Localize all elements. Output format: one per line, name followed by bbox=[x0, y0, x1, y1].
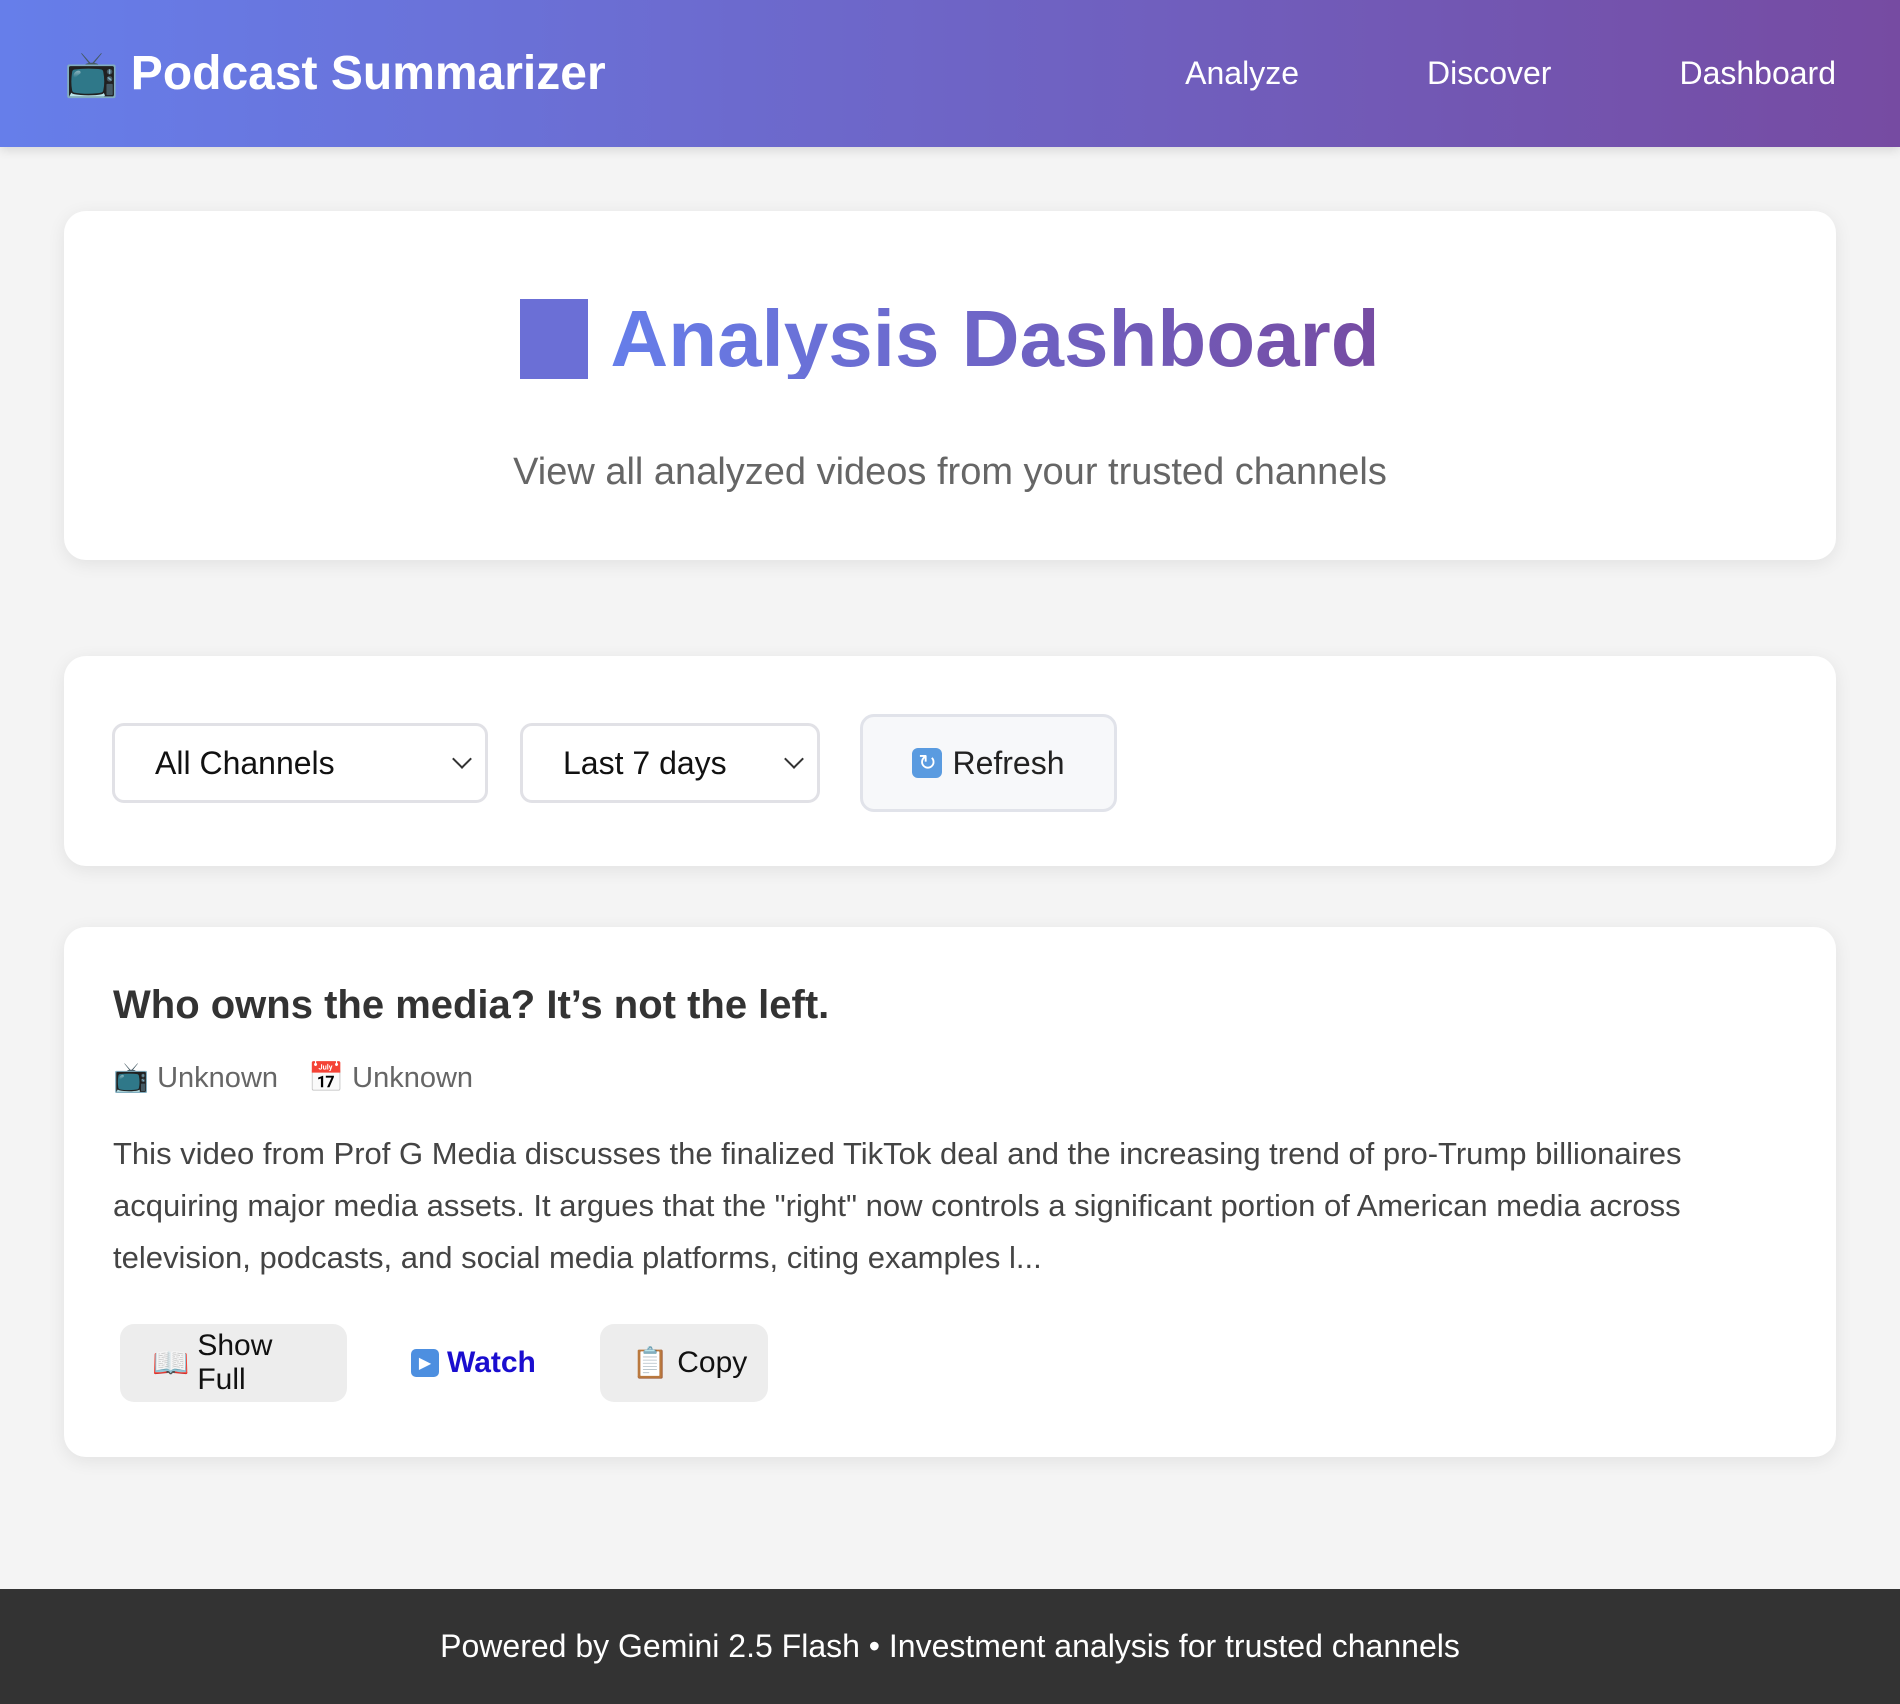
calendar-icon: 📅 bbox=[308, 1062, 345, 1094]
chevron-down-icon bbox=[452, 749, 472, 769]
play-icon: ▶ bbox=[411, 1349, 439, 1377]
channel-select-value: All Channels bbox=[155, 744, 335, 781]
chart-icon bbox=[520, 299, 589, 379]
brand[interactable]: 📺 Podcast Summarizer bbox=[64, 46, 606, 101]
filters-panel: All Channels Last 7 days ↻ Refresh bbox=[64, 656, 1836, 866]
copy-button[interactable]: 📋 Copy bbox=[599, 1324, 768, 1402]
main-nav: Analyze Discover Dashboard bbox=[1185, 55, 1836, 92]
video-card: Who owns the media? It’s not the left. 📺… bbox=[64, 927, 1836, 1457]
app-title: Podcast Summarizer bbox=[130, 47, 606, 100]
video-actions: 📖 Show Full ▶ Watch 📋 Copy bbox=[120, 1324, 768, 1402]
channel-select[interactable]: All Channels bbox=[112, 723, 488, 803]
video-meta: 📺 Unknown 📅 Unknown bbox=[113, 1061, 473, 1095]
page-title: Analysis Dashboard bbox=[64, 299, 1836, 379]
refresh-label: Refresh bbox=[952, 744, 1065, 781]
chevron-down-icon bbox=[784, 749, 804, 769]
footer: Powered by Gemini 2.5 Flash • Investment… bbox=[0, 1589, 1900, 1704]
video-title: Who owns the media? It’s not the left. bbox=[113, 983, 830, 1027]
nav-analyze[interactable]: Analyze bbox=[1185, 55, 1299, 92]
video-channel: Unknown bbox=[157, 1061, 279, 1094]
refresh-button[interactable]: ↻ Refresh bbox=[860, 714, 1117, 812]
top-navbar: 📺 Podcast Summarizer Analyze Discover Da… bbox=[0, 0, 1900, 147]
tv-icon: 📺 bbox=[113, 1062, 150, 1094]
show-full-button[interactable]: 📖 Show Full bbox=[120, 1324, 347, 1402]
video-summary: This video from Prof G Media discusses t… bbox=[113, 1136, 1682, 1275]
tv-icon: 📺 bbox=[64, 49, 119, 99]
watch-link[interactable]: ▶ Watch bbox=[381, 1324, 566, 1402]
clipboard-icon: 📋 bbox=[631, 1346, 670, 1380]
period-select-value: Last 7 days bbox=[563, 744, 727, 781]
footer-text: Powered by Gemini 2.5 Flash • Investment… bbox=[440, 1628, 1460, 1664]
dashboard-hero: Analysis Dashboard View all analyzed vid… bbox=[64, 211, 1836, 560]
page-subtitle: View all analyzed videos from your trust… bbox=[513, 451, 1387, 493]
video-date: Unknown bbox=[352, 1061, 474, 1094]
period-select[interactable]: Last 7 days bbox=[520, 723, 820, 803]
nav-discover[interactable]: Discover bbox=[1299, 55, 1551, 92]
book-icon: 📖 bbox=[152, 1346, 190, 1380]
refresh-icon: ↻ bbox=[912, 748, 943, 778]
nav-dashboard[interactable]: Dashboard bbox=[1551, 55, 1836, 92]
